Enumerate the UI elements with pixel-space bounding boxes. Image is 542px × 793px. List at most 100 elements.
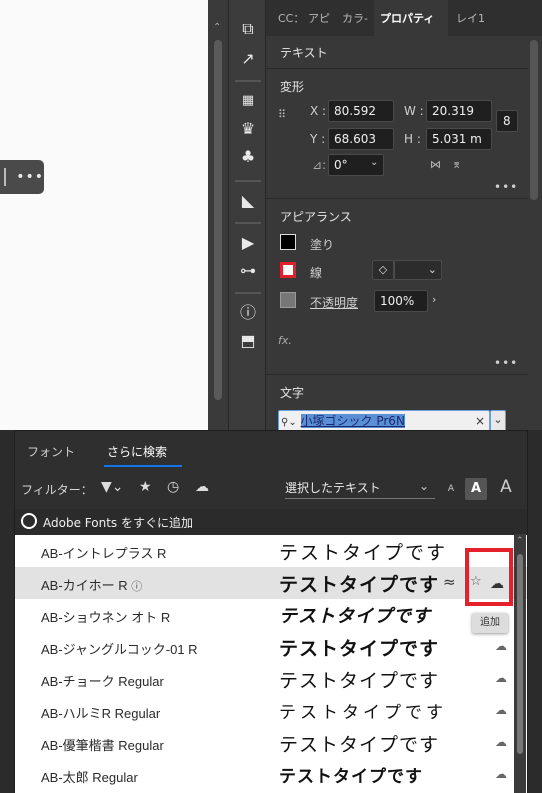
font-family-dropdown-button[interactable]: ⌄ (490, 410, 506, 432)
constrain-proportions-link-icon[interactable]: 8 (496, 110, 518, 132)
add-font-cloud-icon[interactable]: ☁ (490, 576, 504, 592)
font-sample: テストタイプです (279, 767, 423, 787)
opacity-icon (280, 292, 296, 308)
font-name: AB-優筆楷書 Regular (41, 738, 164, 753)
brushes-icon[interactable]: ♛ (236, 118, 260, 140)
clear-search-icon[interactable]: × (475, 411, 485, 431)
font-name: AB-ジャングルコック-01 R (41, 642, 198, 657)
reference-point-icon[interactable]: ⠿ (278, 108, 286, 121)
info-icon[interactable]: ⓘ (131, 581, 142, 593)
y-label: Y : (310, 132, 326, 146)
opacity-input[interactable]: 100% (374, 290, 428, 312)
list-item[interactable]: AB-ジャングルコック-01 R テストタイプです ☁ (15, 631, 527, 663)
h-input[interactable]: 5.031 m (426, 128, 492, 150)
context-toolbar[interactable]: ••• (0, 160, 44, 194)
add-font-cloud-icon[interactable]: ☁ (495, 671, 507, 685)
tab-cc-libraries[interactable]: CC： (278, 10, 304, 26)
stroke-swatch-none[interactable] (280, 262, 296, 278)
list-item[interactable]: AB-ハルミR Regular テストタイプです ☁ (15, 695, 527, 727)
list-item[interactable]: AB-チョーク Regular テストタイプです ☁ (15, 663, 527, 695)
x-label: X : (310, 104, 327, 118)
tab-fonts[interactable]: フォント (27, 443, 75, 460)
flip-horizontal-icon[interactable]: ⋈ (430, 158, 441, 171)
activated-cloud-icon[interactable]: ☁ (195, 479, 209, 495)
stroke-weight-stepper[interactable]: ◇ (372, 260, 394, 280)
section-appearance-title: アピアランス (280, 210, 352, 224)
section-text-title: テキスト (280, 46, 328, 60)
list-item[interactable]: AB-カイホー R ⓘ テストタイプです ≈ ☆ (15, 567, 527, 599)
stroke-weight-dropdown[interactable]: ⌄ (394, 260, 442, 280)
show-similar-icon[interactable]: ≈ (443, 573, 456, 591)
fill-swatch[interactable] (280, 234, 296, 250)
document-canvas[interactable]: ••• (0, 0, 208, 430)
active-tab-indicator (104, 465, 182, 467)
font-name-text: AB-カイホー R (41, 578, 128, 593)
add-tooltip: 追加 (472, 613, 508, 633)
recently-added-clock-icon[interactable]: ◷ (167, 479, 179, 495)
adobe-fonts-label: Adobe Fonts をすぐに追加 (43, 516, 193, 530)
font-list-scrollbar[interactable]: ⌃ (514, 534, 526, 793)
sample-size-small[interactable]: A (445, 484, 457, 494)
add-font-cloud-icon[interactable]: ☁ (495, 703, 507, 717)
tab-color[interactable]: カラ- (342, 10, 368, 26)
artboards-icon[interactable]: ⧉ (236, 18, 260, 40)
effects-fx-label[interactable]: fx. (278, 334, 292, 347)
sample-size-medium[interactable]: A (465, 478, 487, 500)
swatches-icon[interactable]: ▦ (236, 90, 260, 112)
tab-properties[interactable]: プロパティ (380, 10, 434, 26)
list-item[interactable]: AB-イントレプラス R テストタイプです (15, 535, 527, 567)
panel-scrollbar[interactable] (530, 40, 538, 200)
filter-classification-icon[interactable]: ▼⌄ (101, 479, 124, 495)
flip-vertical-icon[interactable]: ⌆ (452, 158, 461, 171)
w-input[interactable]: 20.319 (426, 100, 492, 122)
gradient-icon[interactable]: ◣ (236, 190, 260, 212)
divider (266, 68, 528, 69)
y-input[interactable]: 68.603 (328, 128, 394, 150)
stroke-label: 線 (310, 266, 323, 280)
rotate-angle-label: ⊿: (312, 158, 327, 172)
x-input[interactable]: 80.592 (328, 100, 394, 122)
font-sample: テストタイプです (279, 670, 440, 692)
font-name: AB-カイホー R ⓘ (41, 575, 142, 594)
scroll-up-icon[interactable]: ⌃ (516, 536, 524, 546)
tab-layers[interactable]: レイ1 (456, 10, 485, 26)
add-font-cloud-icon[interactable]: ☁ (495, 735, 507, 749)
transform-more-icon[interactable]: ••• (494, 180, 518, 194)
font-sample: テストタイプです (279, 734, 440, 756)
canvas-scrollbar[interactable]: ⌃ (208, 0, 228, 430)
font-sample: テストタイプです (279, 703, 447, 723)
properties-panel: CC： アピ カラ- プロパティ レイ1 テキスト 変形 ⠿ X : 80.59… (266, 0, 542, 432)
appearance-more-icon[interactable]: ••• (494, 356, 518, 370)
actions-play-icon[interactable]: ▶ (236, 232, 260, 254)
list-item[interactable]: AB-優筆楷書 Regular テストタイプです ☁ (15, 727, 527, 759)
divider (235, 80, 261, 82)
scroll-thumb[interactable] (214, 40, 222, 400)
section-character-title: 文字 (280, 386, 305, 400)
tab-appearance[interactable]: アピ (308, 10, 330, 26)
chevron-down-icon[interactable]: ⌄ (370, 157, 378, 168)
scroll-up-icon[interactable]: ⌃ (213, 22, 221, 33)
add-font-cloud-icon[interactable]: ☁ (495, 767, 507, 781)
font-name: AB-ハルミR Regular (41, 706, 161, 721)
symbols-icon[interactable]: ♣ (236, 146, 260, 168)
divider (235, 292, 261, 294)
filter-label: フィルター： (21, 483, 93, 497)
font-dropdown-panel: フォント さらに検索 フィルター： ▼⌄ ★ ◷ ☁ 選択したテキスト ⌄ A … (14, 430, 528, 793)
add-font-cloud-icon[interactable]: ☁ (495, 639, 507, 653)
opacity-label[interactable]: 不透明度 (310, 294, 358, 311)
more-options-icon[interactable]: ••• (16, 169, 44, 185)
sample-size-large[interactable]: A (497, 477, 515, 497)
links-icon[interactable]: ⊶ (236, 260, 260, 282)
info-icon[interactable]: ⓘ (236, 302, 260, 324)
chevron-right-icon[interactable]: › (432, 293, 436, 306)
scroll-thumb[interactable] (517, 554, 523, 754)
tab-find-more[interactable]: さらに検索 (107, 443, 167, 460)
sample-text-dropdown[interactable]: 選択したテキスト ⌄ (285, 479, 435, 499)
list-item[interactable]: AB-太郎 Regular テストタイプです ☁ (15, 759, 527, 791)
export-icon[interactable]: ↗ (236, 48, 260, 70)
font-family-search-field[interactable]: ⚲⌄ 小塚ゴシック Pr6N × (278, 410, 490, 432)
divider (266, 374, 528, 375)
list-item[interactable]: AB-ショウネン オト R テストタイプです (15, 599, 527, 631)
favorites-star-icon[interactable]: ★ (139, 479, 152, 495)
place-image-icon[interactable]: ⬒ (236, 330, 260, 352)
